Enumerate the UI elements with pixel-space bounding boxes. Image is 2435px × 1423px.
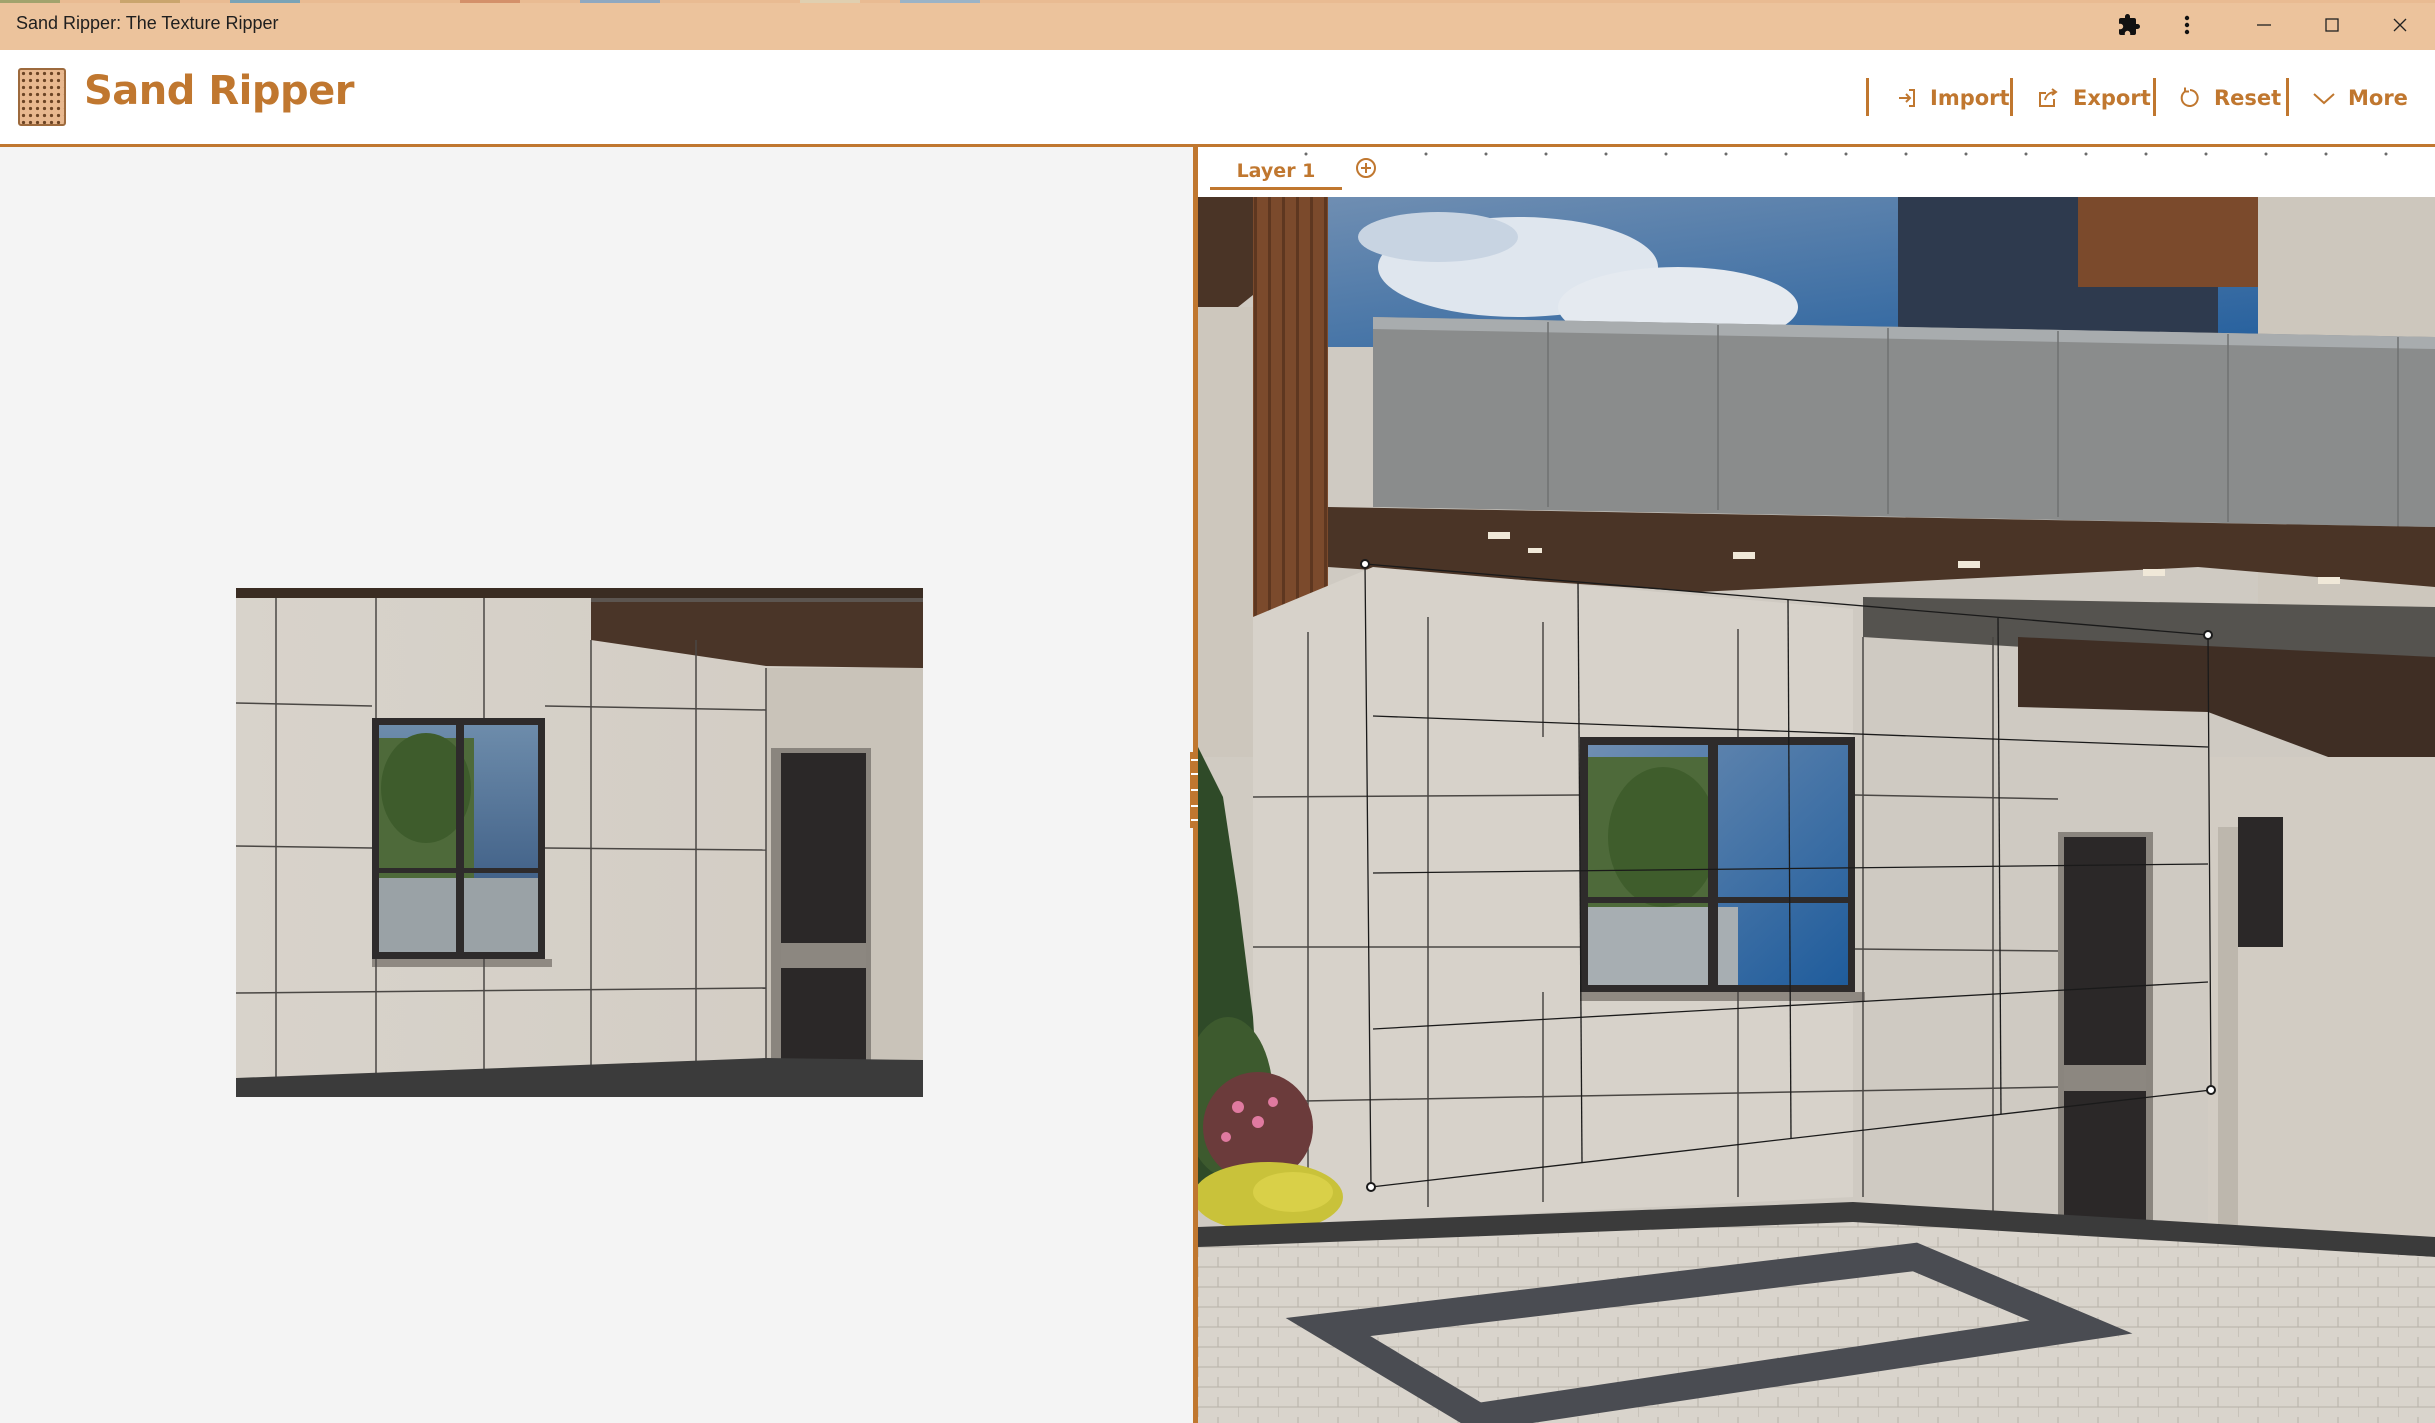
close-icon [2393, 18, 2407, 32]
chevron-down-icon [2313, 93, 2335, 105]
layer-tab-bar: Layer 1 [1198, 147, 2435, 197]
ruler-ticks [1304, 152, 2388, 156]
browser-menu-button[interactable] [2162, 0, 2212, 50]
tab-layer-1[interactable]: Layer 1 [1210, 155, 1342, 190]
export-label: Export [2073, 86, 2151, 110]
import-icon [1899, 89, 1915, 107]
reset-icon [2180, 87, 2199, 107]
toolbar-divider [1866, 78, 1869, 116]
close-button[interactable] [2372, 0, 2428, 50]
export-icon [2039, 88, 2058, 107]
titlebar-color-strip [0, 0, 2435, 3]
import-label: Import [1930, 86, 2010, 110]
texture-output-pane [0, 147, 1193, 1423]
export-button[interactable]: Export [2037, 80, 2151, 116]
reset-label: Reset [2214, 86, 2282, 110]
source-image-pane: Layer 1 [1198, 147, 2435, 1423]
more-label: More [2348, 86, 2408, 110]
maximize-button[interactable] [2304, 0, 2360, 50]
vertical-dots-icon [2184, 15, 2190, 35]
window-title: Sand Ripper: The Texture Ripper [16, 13, 279, 33]
minimize-icon [2257, 24, 2271, 26]
plus-circle-icon[interactable] [1355, 157, 1377, 179]
minimize-button[interactable] [2236, 0, 2292, 50]
window-titlebar: Sand Ripper: The Texture Ripper [0, 0, 2435, 50]
ripped-texture-preview[interactable] [236, 588, 923, 1097]
source-image-canvas[interactable] [1198, 197, 2435, 1423]
import-button[interactable]: Import [1896, 80, 2010, 116]
app-name: Sand Ripper [84, 68, 354, 114]
reset-button[interactable]: Reset [2178, 80, 2281, 116]
app-header: Sand Ripper Import Export Reset More [0, 50, 2435, 147]
sand-texture-logo [18, 68, 66, 126]
maximize-icon [2325, 18, 2339, 32]
toolbar-divider [2286, 78, 2289, 116]
more-button[interactable]: More [2312, 80, 2408, 116]
toolbar-divider [2010, 78, 2013, 116]
extensions-button[interactable] [2104, 0, 2154, 50]
toolbar-divider [2153, 78, 2156, 116]
puzzle-icon [2119, 14, 2140, 35]
tab-label: Layer 1 [1236, 160, 1316, 182]
